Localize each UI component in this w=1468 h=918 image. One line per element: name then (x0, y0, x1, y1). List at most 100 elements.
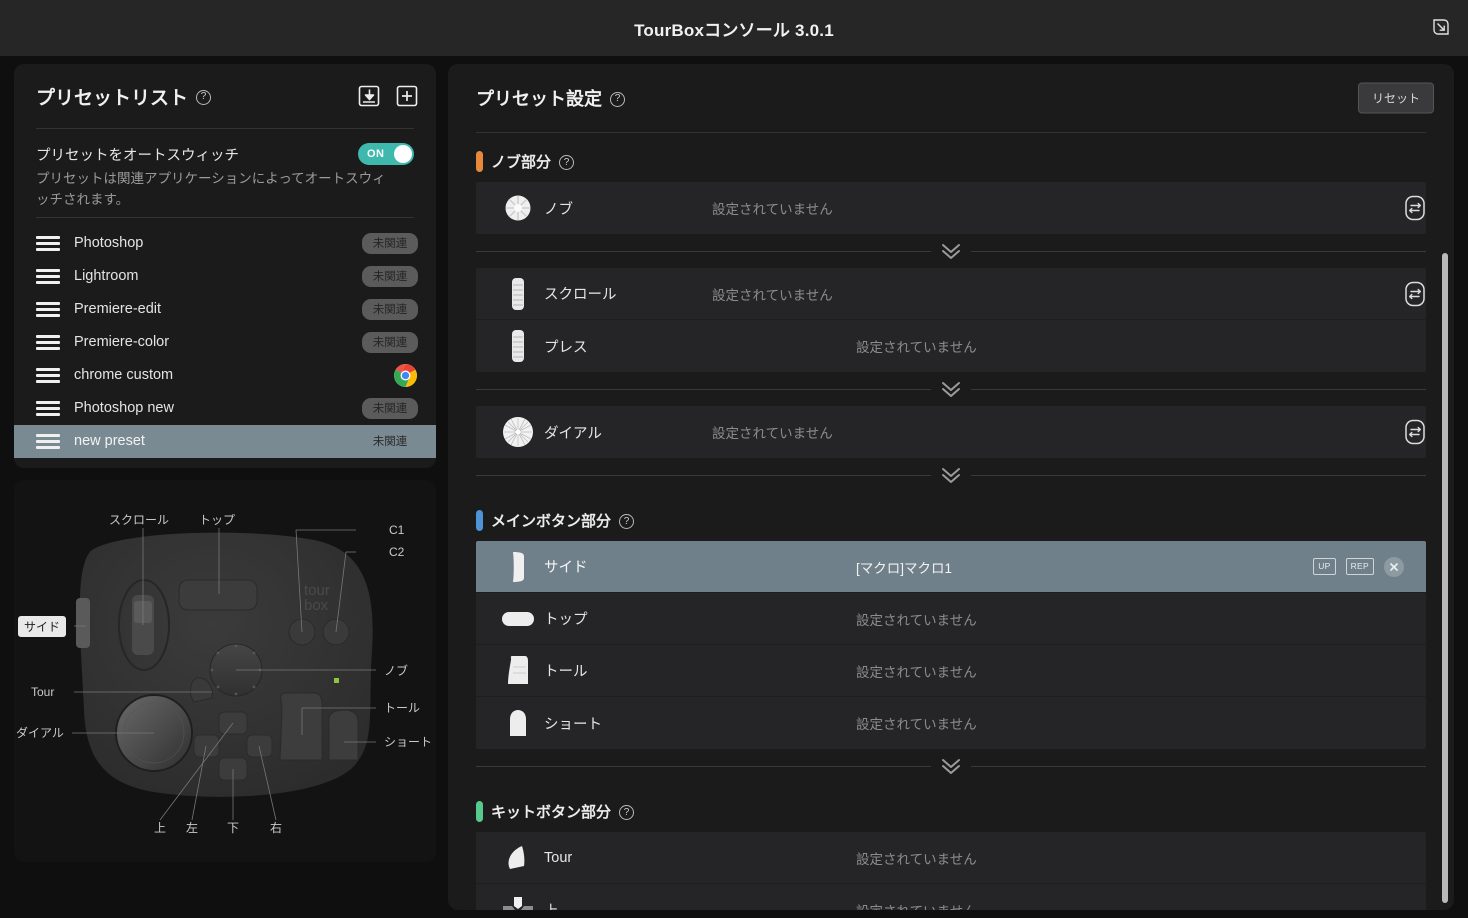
diagram-label-side-highlight: サイド (18, 616, 66, 637)
import-preset-icon[interactable] (358, 85, 380, 107)
side-button-icon-wrap (492, 550, 544, 584)
diagram-label-tall: トール (384, 701, 420, 715)
section-title: キットボタン部分 (491, 804, 612, 821)
setting-row-value: 設定されていません (856, 664, 977, 680)
drag-handle-icon[interactable] (36, 433, 60, 449)
app-title: TourBoxコンソール 3.0.1 (634, 20, 834, 40)
preset-list-item[interactable]: new preset 未関連 (14, 424, 436, 458)
top-button-icon-wrap (492, 610, 544, 628)
settings-section: メインボタン部分? サイド [マクロ]マクロ1 UP REP トップ 設定されていません トー… (448, 492, 1454, 749)
diagram-label-right: 右 (270, 820, 282, 835)
setting-row-value: 設定されていません (712, 287, 833, 303)
setting-row[interactable]: スクロール設定されていません設定されていません (476, 268, 1426, 320)
setting-row-value: 設定されていません (856, 612, 977, 628)
preset-list: Photoshop 未関連 Lightroom 未関連 Premiere-edit 未関連… (14, 227, 436, 458)
preset-item-label: Premiere-edit (74, 301, 162, 318)
diagram-label-dial: ダイアル (16, 725, 64, 740)
swap-arrows-icon[interactable] (1402, 281, 1426, 307)
setting-row[interactable]: ノブ設定されていません設定されていません (476, 182, 1426, 234)
preset-list-panel: プリセットリスト ? プリセットをオートスウィッチ ON プリセットは関連アプリ… (14, 64, 436, 468)
chevron-down-icon (931, 236, 971, 266)
preset-list-item[interactable]: Premiere-edit 未関連 (14, 293, 436, 326)
setting-row[interactable]: トール 設定されていません (476, 645, 1426, 697)
preset-settings-title: プリセット設定 (476, 89, 602, 109)
short-button-icon-wrap (492, 708, 544, 738)
chevron-down-icon (931, 374, 971, 404)
drag-handle-icon[interactable] (36, 301, 60, 317)
setting-row[interactable]: 上 設定されていません (476, 884, 1426, 910)
section-help-icon[interactable]: ? (559, 155, 575, 170)
group-divider (476, 234, 1426, 268)
device-top-button[interactable] (178, 579, 258, 611)
swap-arrows-icon[interactable] (1402, 195, 1426, 221)
preset-list-title: プリセットリスト (36, 87, 189, 109)
dpad-up-icon (503, 897, 533, 910)
drag-handle-icon[interactable] (36, 367, 60, 383)
device-led-indicator (334, 678, 339, 683)
setting-row[interactable]: Tour 設定されていません (476, 832, 1426, 884)
setting-row-label: トップ (544, 612, 588, 628)
knob-icon (505, 195, 531, 221)
toggle-state-label: ON (367, 148, 385, 160)
auto-switch-toggle[interactable]: ON (358, 143, 414, 165)
preset-list-item[interactable]: Lightroom 未関連 (14, 260, 436, 293)
scroll-press-icon (512, 330, 524, 362)
preset-item-label: new preset (74, 433, 145, 450)
title-bar: TourBoxコンソール 3.0.1 (0, 0, 1468, 56)
swap-arrows-icon[interactable] (1402, 419, 1426, 445)
preset-list-item[interactable]: Premiere-color 未関連 (14, 326, 436, 359)
section-help-icon[interactable]: ? (619, 805, 635, 820)
setting-row[interactable]: ダイアル設定されていません設定されていません (476, 406, 1426, 458)
section-color-marker (476, 801, 483, 822)
dial-icon (503, 417, 533, 447)
reset-button[interactable]: リセット (1357, 82, 1434, 114)
clear-assignment-button[interactable] (1384, 556, 1404, 577)
preset-list-item[interactable]: Photoshop 未関連 (14, 227, 436, 260)
drag-handle-icon[interactable] (36, 400, 60, 416)
preset-item-label: Premiere-color (74, 334, 170, 351)
close-icon (1390, 562, 1398, 571)
section-divider (476, 458, 1426, 492)
drag-handle-icon[interactable] (36, 268, 60, 284)
setting-row[interactable]: プレス 設定されていません (476, 320, 1426, 372)
help-icon[interactable]: ? (196, 89, 212, 105)
device-dpad-right[interactable] (246, 734, 273, 758)
drag-handle-icon[interactable] (36, 235, 60, 251)
trigger-up-tag[interactable]: UP (1313, 558, 1336, 575)
setting-row-label: ショート (544, 716, 602, 733)
tall-button-icon-wrap (492, 654, 544, 688)
setting-row[interactable]: サイド [マクロ]マクロ1 UP REP (476, 541, 1426, 593)
settings-group: ノブ設定されていません設定されていません (476, 182, 1426, 234)
group-divider (476, 372, 1426, 406)
device-tall-button[interactable] (279, 692, 323, 761)
section-help-icon[interactable]: ? (619, 514, 635, 529)
add-preset-icon[interactable] (396, 85, 418, 107)
preset-status-badge: 未関連 (362, 397, 418, 419)
preset-list-item[interactable]: chrome custom (14, 359, 436, 392)
chevron-down-icon (931, 460, 971, 490)
device-short-button[interactable] (328, 709, 359, 761)
section-color-marker (476, 151, 483, 172)
scroll-wheel-icon (512, 277, 524, 310)
preset-settings-header: プリセット設定 ? リセット (448, 64, 1454, 132)
auto-switch-label: プリセットをオートスウィッチ (36, 147, 239, 164)
settings-group: ダイアル設定されていません設定されていません (476, 406, 1426, 458)
diagram-label-scroll: スクロール (109, 513, 169, 527)
settings-help-icon[interactable]: ? (610, 91, 625, 107)
trigger-repeat-tag[interactable]: REP (1345, 558, 1374, 575)
minimize-to-corner-button[interactable] (1424, 10, 1458, 44)
settings-scroll-area: ノブ部分?ノブ設定されていません設定されていませんスクロール設定されていません設… (448, 133, 1454, 910)
drag-handle-icon[interactable] (36, 334, 60, 350)
vertical-scrollbar[interactable] (1442, 253, 1448, 903)
app-root: TourBoxコンソール 3.0.1 プリセットリスト ? プリセットをオートス… (0, 0, 1468, 918)
setting-row[interactable]: トップ 設定されていません (476, 593, 1426, 645)
auto-switch-row: プリセットをオートスウィッチ ON (36, 143, 414, 165)
setting-row-value: 設定されていません (856, 851, 977, 867)
diagram-label-side: サイド (24, 620, 60, 634)
settings-sections: ノブ部分?ノブ設定されていません設定されていませんスクロール設定されていません設… (448, 133, 1454, 910)
setting-row[interactable]: ショート 設定されていません (476, 697, 1426, 749)
device-side-button[interactable] (76, 598, 90, 648)
preset-list-item[interactable]: Photoshop new 未関連 (14, 392, 436, 425)
section-title: メインボタン部分 (491, 513, 612, 530)
device-diagram-panel: tour box スクロール トップ C1 C2 ノブ Tour トール ダイア… (14, 480, 436, 862)
